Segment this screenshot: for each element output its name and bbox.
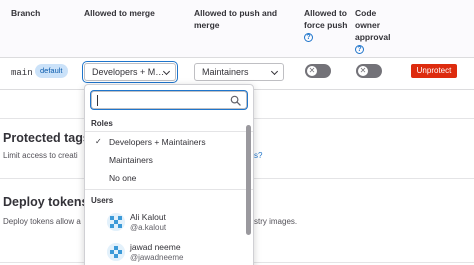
protected-tags-description: Limit access to creati xyxy=(3,151,78,160)
deploy-tokens-description: Deploy tokens allow a xyxy=(3,217,81,226)
search-icon xyxy=(230,95,241,106)
role-option-no-one[interactable]: No one xyxy=(85,169,245,187)
code-owner-approval-toggle[interactable]: ✕ xyxy=(356,64,382,78)
protected-branches-table-header: Branch Allowed to merge Allowed to push … xyxy=(0,0,474,58)
avatar xyxy=(107,243,125,261)
header-code-owner-approval-label: Code owner approval xyxy=(355,8,391,42)
help-icon[interactable]: ? xyxy=(355,45,364,55)
allowed-to-merge-dropdown[interactable]: Developers + M… xyxy=(84,63,176,81)
branch-name: main xyxy=(11,68,33,78)
role-option-label: Maintainers xyxy=(109,155,153,165)
chevron-down-icon xyxy=(270,67,279,76)
protected-tags-desc-text: Limit access to creati xyxy=(3,151,78,160)
user-name: jawad neeme xyxy=(130,242,181,252)
role-option-label: No one xyxy=(109,173,137,183)
user-option-jawad-neeme[interactable]: jawad neeme @jawadneeme xyxy=(85,240,245,265)
default-badge: default xyxy=(35,64,68,78)
user-name: Ali Kalout xyxy=(130,212,166,222)
unprotect-button[interactable]: Unprotect xyxy=(411,64,457,78)
allowed-to-merge-menu: Roles ✓ Developers + Maintainers Maintai… xyxy=(84,84,254,265)
menu-separator xyxy=(85,189,253,190)
allowed-to-push-value: Maintainers xyxy=(202,67,249,77)
roles-group-label: Roles xyxy=(91,119,113,128)
role-option-label: Developers + Maintainers xyxy=(109,137,206,147)
check-icon: ✓ xyxy=(95,137,102,146)
protected-tags-title: Protected tags xyxy=(3,131,90,145)
header-branch: Branch xyxy=(11,8,41,18)
users-group-label: Users xyxy=(91,196,114,205)
deploy-tokens-title: Deploy tokens xyxy=(3,195,89,209)
role-option-developers-maintainers[interactable]: ✓ Developers + Maintainers xyxy=(85,133,245,151)
user-handle: @jawadneeme xyxy=(130,253,184,262)
header-allowed-to-push-and-merge: Allowed to push and merge xyxy=(194,8,278,30)
user-handle: @a.kalout xyxy=(130,223,167,232)
allowed-to-merge-value: Developers + M… xyxy=(92,67,165,77)
menu-separator xyxy=(85,131,253,132)
header-code-owner-approval: Code owner approval ? xyxy=(355,7,400,55)
help-icon[interactable]: ? xyxy=(304,33,313,43)
search-input[interactable] xyxy=(91,91,247,109)
force-push-toggle[interactable]: ✕ xyxy=(305,64,331,78)
role-option-maintainers[interactable]: Maintainers xyxy=(85,151,245,169)
close-icon: ✕ xyxy=(308,66,316,75)
header-allowed-to-merge: Allowed to merge xyxy=(84,8,155,18)
deploy-tokens-description-tail: stry images. xyxy=(254,217,298,226)
avatar xyxy=(107,213,125,231)
close-icon: ✕ xyxy=(359,66,367,75)
text-caret xyxy=(97,95,98,106)
user-option-ali-kalout[interactable]: Ali Kalout @a.kalout xyxy=(85,210,245,238)
scrollbar-thumb[interactable] xyxy=(246,125,251,235)
protected-tags-link[interactable]: s? xyxy=(254,151,262,160)
header-allowed-to-force-push-label: Allowed to force push xyxy=(304,8,348,30)
menu-scrollbar[interactable] xyxy=(246,123,252,265)
header-allowed-to-force-push: Allowed to force push ? xyxy=(304,7,350,43)
allowed-to-push-dropdown[interactable]: Maintainers xyxy=(194,63,284,81)
